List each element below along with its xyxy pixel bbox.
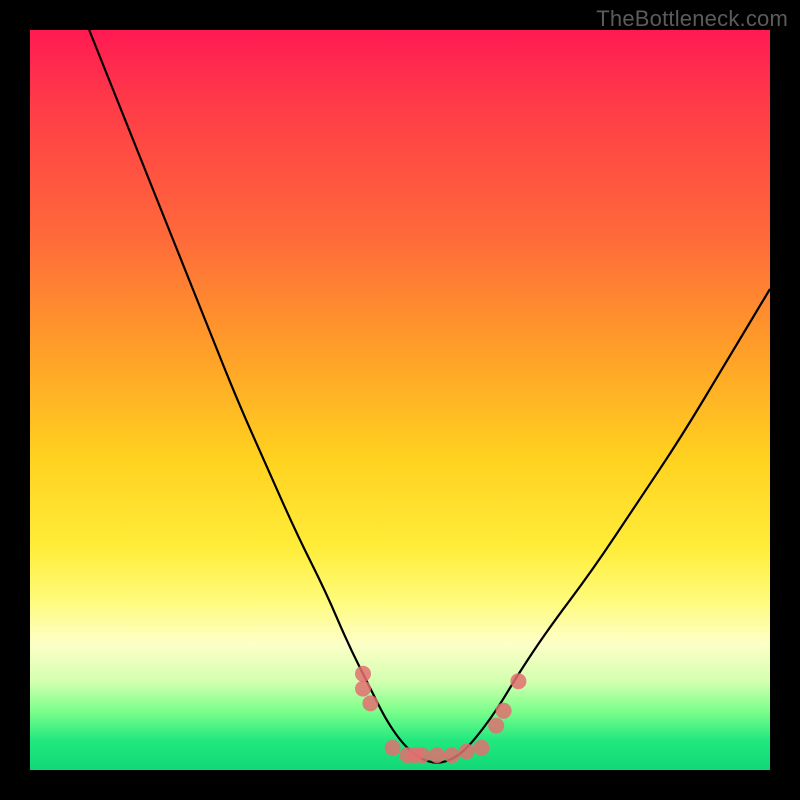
curve-marker [429, 747, 445, 763]
curve-marker [407, 747, 423, 763]
curve-marker [385, 740, 401, 756]
curve-marker [459, 744, 475, 760]
curve-marker [355, 666, 371, 682]
watermark-text: TheBottleneck.com [596, 6, 788, 32]
curve-marker [362, 695, 378, 711]
curve-markers [355, 666, 526, 763]
chart-frame: TheBottleneck.com [0, 0, 800, 800]
curve-svg [30, 30, 770, 770]
curve-marker [488, 718, 504, 734]
curve-marker [496, 703, 512, 719]
curve-marker [510, 673, 526, 689]
curve-marker [444, 747, 460, 763]
bottleneck-curve [89, 30, 770, 763]
curve-marker [355, 681, 371, 697]
curve-marker [414, 747, 430, 763]
chart-plot-area [30, 30, 770, 770]
curve-marker [399, 747, 415, 763]
curve-marker [473, 740, 489, 756]
